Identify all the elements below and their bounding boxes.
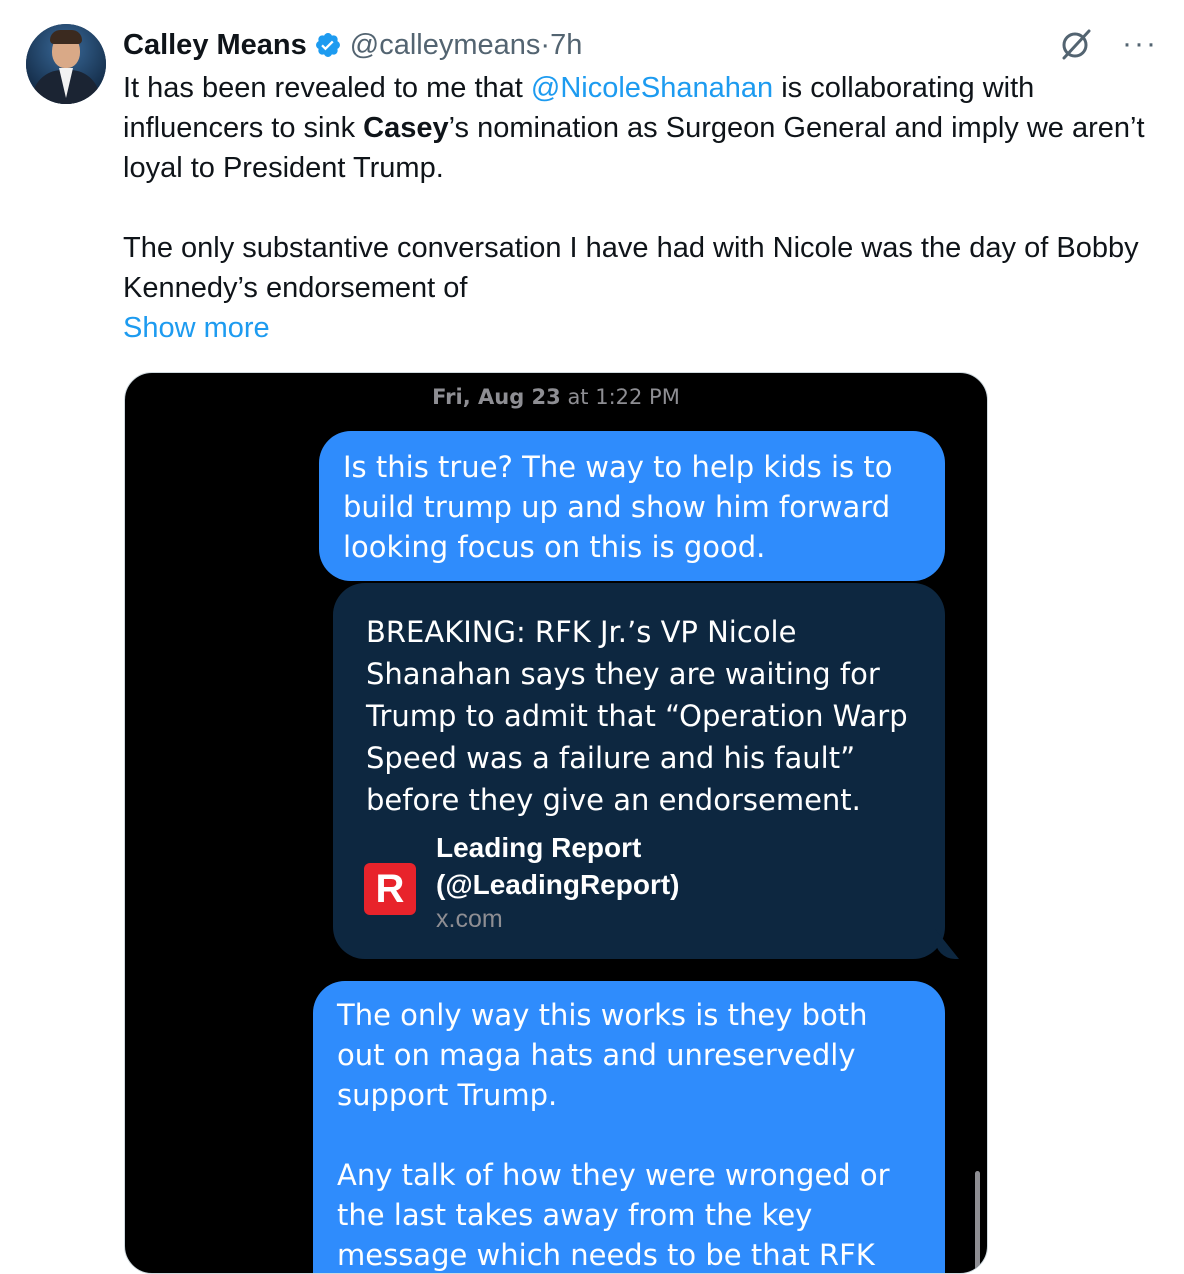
header-actions: ···	[1058, 26, 1158, 62]
message-bubble-sent-1: Is this true? The way to help kids is to…	[319, 431, 945, 581]
link-preview-domain: x.com	[436, 905, 503, 933]
tweet-media-image[interactable]: Fri, Aug 23 at 1:22 PM Is this true? The…	[124, 372, 988, 1274]
timestamp-time: at 1:22 PM	[560, 385, 680, 409]
source-handle: (@LeadingReport)	[436, 869, 680, 900]
author-handle[interactable]: @calleymeans	[350, 29, 541, 62]
source-name: Leading Report	[436, 832, 642, 863]
avatar[interactable]	[26, 24, 106, 104]
tweet-paragraph-2: The only substantive conversation I have…	[123, 232, 1139, 304]
author-name[interactable]: Calley Means	[123, 29, 307, 62]
scrollbar[interactable]	[975, 1171, 980, 1271]
message-bubble-sent-2: The only way this works is they both out…	[313, 981, 945, 1273]
verified-badge-icon	[315, 33, 340, 57]
logo-letter: R	[375, 867, 405, 911]
tweet-header: Calley Means @calleymeans · 7h	[123, 26, 582, 64]
show-more-link[interactable]: Show more	[123, 308, 1153, 348]
leading-report-logo-icon: R	[364, 863, 416, 915]
message-timestamp: Fri, Aug 23 at 1:22 PM	[125, 385, 987, 409]
bubble2-paragraph-2: Any talk of how they were wronged or the…	[337, 1158, 890, 1272]
link-preview-card: BREAKING: RFK Jr.’s VP Nicole Shanahan s…	[333, 583, 945, 959]
more-options-icon[interactable]: ···	[1122, 29, 1158, 59]
tweet-text: It has been revealed to me that @NicoleS…	[123, 68, 1153, 348]
grok-icon[interactable]	[1058, 26, 1094, 62]
link-preview-text: BREAKING: RFK Jr.’s VP Nicole Shanahan s…	[366, 615, 908, 817]
mention-link[interactable]: @NicoleShanahan	[531, 72, 773, 104]
timestamp-day: Fri, Aug 23	[432, 385, 561, 409]
separator: ·	[540, 28, 551, 61]
bubble-tail	[935, 929, 959, 959]
tweet-paragraph-1: It has been revealed to me that @NicoleS…	[123, 68, 1153, 188]
tweet-time[interactable]: 7h	[550, 29, 582, 62]
bubble2-paragraph-1: The only way this works is they both out…	[337, 998, 868, 1112]
link-preview-source: Leading Report (@LeadingReport)	[436, 829, 680, 903]
bold-name: Casey	[363, 112, 449, 144]
text-segment: It has been revealed to me that	[123, 72, 531, 104]
